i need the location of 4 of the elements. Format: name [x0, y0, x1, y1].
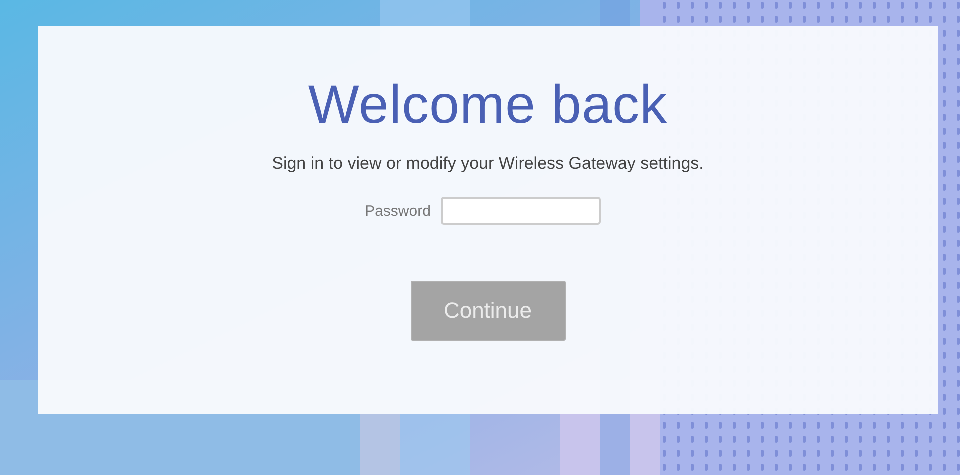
heading: Welcome back: [308, 74, 668, 136]
password-field[interactable]: [440, 197, 601, 225]
intro-text: Sign in to view or modify your Wireless Gateway settings.: [272, 153, 704, 175]
password-label: Password: [365, 202, 431, 220]
